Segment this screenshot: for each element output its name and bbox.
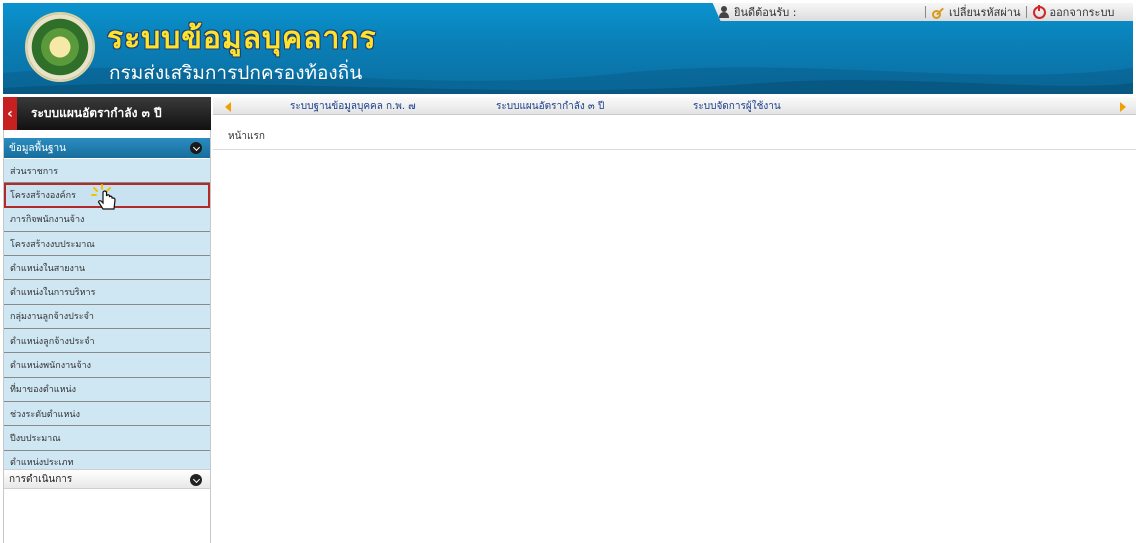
welcome-text: ยินดีต้อนรับ : xyxy=(734,6,797,19)
sidebar-header: ‹ ระบบแผนอัตรากำลัง ๓ ปี xyxy=(3,97,211,130)
sidebar-item-label: ตำแหน่งประเภท xyxy=(10,458,74,469)
sidebar-item-label: โครงสร้างงบประมาณ xyxy=(10,239,95,250)
sidebar-item-label: ตำแหน่งในการบริหาร xyxy=(10,288,96,299)
back-arrow-icon[interactable]: ‹ xyxy=(3,97,17,130)
power-icon xyxy=(1033,4,1047,19)
sidebar-item-label: ตำแหน่งลูกจ้างประจำ xyxy=(10,336,95,347)
sidebar-item-label: ที่มาของตำแหน่ง xyxy=(10,385,77,396)
tab-personnel-database[interactable]: ระบบฐานข้อมูลบุคคล ก.พ. ๗ xyxy=(290,99,416,114)
main-content xyxy=(213,151,1136,543)
sidebar-item-organization-structure[interactable]: โครงสร้างองค์กร xyxy=(4,183,210,208)
sidebar-item-fiscal-year[interactable]: ปีงบประมาณ xyxy=(4,426,210,451)
section-basic-data[interactable]: ข้อมูลพื้นฐาน xyxy=(4,138,210,158)
logout-link[interactable]: ออกจากระบบ xyxy=(1049,3,1114,21)
sidebar-item-permanent-worker-position[interactable]: ตำแหน่งลูกจ้างประจำ xyxy=(4,329,210,354)
sidebar-item-label: ตำแหน่งพนักงานจ้าง xyxy=(10,361,92,372)
top-tab-bar: ระบบฐานข้อมูลบุคคล ก.พ. ๗ ระบบแผนอัตรากำ… xyxy=(213,97,1136,115)
sidebar-item-position-level-range[interactable]: ช่วงระดับตำแหน่ง xyxy=(4,401,210,427)
change-password-link[interactable]: เปลี่ยนรหัสผ่าน xyxy=(949,3,1020,21)
chevron-down-icon xyxy=(190,142,202,154)
user-icon xyxy=(718,6,730,18)
sidebar-item-label: กลุ่มงานลูกจ้างประจำ xyxy=(10,312,94,323)
app-subtitle: กรมส่งเสริมการปกครองท้องถิ่น xyxy=(109,62,363,84)
sidebar-item-label: โครงสร้างองค์กร xyxy=(10,190,76,201)
key-icon xyxy=(932,6,946,19)
sidebar-item-government-unit[interactable]: ส่วนราชการ xyxy=(4,159,210,184)
app-header: ระบบข้อมูลบุคลากร กรมส่งเสริมการปกครองท้… xyxy=(3,3,1133,94)
tab-manpower-plan[interactable]: ระบบแผนอัตรากำลัง ๓ ปี xyxy=(496,99,604,114)
sidebar-item-label: ภารกิจพนักงานจ้าง xyxy=(10,215,85,226)
section-operations[interactable]: การดำเนินการ xyxy=(4,469,210,489)
sidebar-item-label: ส่วนราชการ xyxy=(10,166,59,177)
sidebar-item-label: ปีงบประมาณ xyxy=(10,433,61,444)
arrow-right-icon[interactable] xyxy=(1120,102,1126,112)
user-welcome: ยินดีต้อนรับ : xyxy=(718,4,796,20)
app-title: ระบบข้อมูลบุคลากร xyxy=(107,21,377,56)
top-links: เปลี่ยนรหัสผ่าน ออกจากระบบ xyxy=(919,4,1114,20)
sidebar-item-budget-structure[interactable]: โครงสร้างงบประมาณ xyxy=(4,231,210,257)
divider xyxy=(925,6,926,18)
sidebar-item-line-position[interactable]: ตำแหน่งในสายงาน xyxy=(4,256,210,281)
section-operations-label: การดำเนินการ xyxy=(9,473,73,485)
divider xyxy=(1026,6,1028,18)
sidebar-item-employee-mission[interactable]: ภารกิจพนักงานจ้าง xyxy=(4,207,210,232)
breadcrumb-home[interactable]: หน้าแรก xyxy=(228,129,265,144)
logo xyxy=(25,12,95,82)
sidebar-item-label: ช่วงระดับตำแหน่ง xyxy=(10,409,80,420)
sidebar-item-employee-position[interactable]: ตำแหน่งพนักงานจ้าง xyxy=(4,353,210,378)
arrow-left-icon[interactable] xyxy=(225,102,231,112)
sidebar-item-label: ตำแหน่งในสายงาน xyxy=(10,263,86,274)
sidebar-item-management-position[interactable]: ตำแหน่งในการบริหาร xyxy=(4,280,210,305)
sidebar-item-position-source[interactable]: ที่มาของตำแหน่ง xyxy=(4,377,210,402)
sidebar-menu: ส่วนราชการ โครงสร้างองค์กร ภารกิจพนักงาน… xyxy=(4,159,210,475)
sidebar-title: ระบบแผนอัตรากำลัง ๓ ปี xyxy=(31,106,162,120)
chevron-down-icon xyxy=(190,474,202,486)
tab-user-management[interactable]: ระบบจัดการผู้ใช้งาน xyxy=(693,99,781,114)
breadcrumb: หน้าแรก xyxy=(213,116,1136,150)
sidebar-item-permanent-worker-group[interactable]: กลุ่มงานลูกจ้างประจำ xyxy=(4,304,210,330)
section-basic-label: ข้อมูลพื้นฐาน xyxy=(9,142,66,154)
